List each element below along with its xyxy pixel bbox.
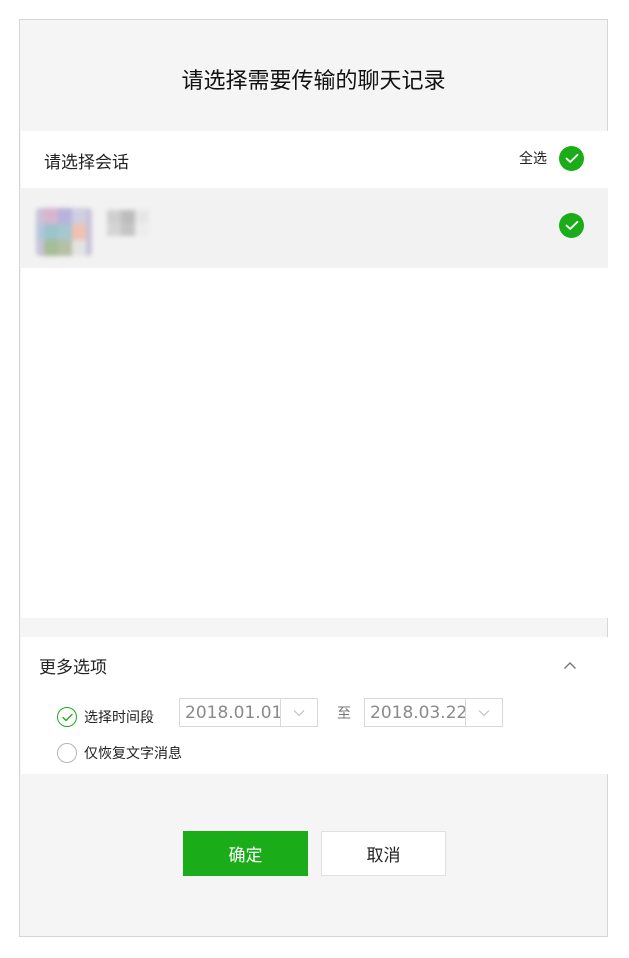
end-date-value: 2018.03.22 (370, 703, 467, 723)
avatar (36, 208, 92, 256)
conversation-row[interactable] (21, 188, 608, 268)
select-all-check-icon[interactable] (559, 145, 584, 171)
to-label: 至 (337, 706, 351, 722)
time-range-check-icon[interactable] (57, 707, 77, 727)
conversation-panel: 请选择会话 全选 (21, 131, 608, 618)
transfer-chat-history-dialog: 请选择需要传输的聊天记录 请选择会话 全选 更多选项 选择时间段 2018.01… (19, 19, 608, 937)
contact-name-blurred (107, 210, 151, 236)
conversation-panel-header: 请选择会话 全选 (21, 131, 608, 188)
conversation-header-label: 请选择会话 (44, 153, 129, 173)
more-options-label: 更多选项 (39, 658, 107, 678)
start-date-value: 2018.01.01 (185, 703, 282, 723)
chevron-up-icon[interactable] (562, 658, 578, 674)
text-only-option[interactable]: 仅恢复文字消息 (57, 743, 182, 763)
text-only-label: 仅恢复文字消息 (84, 746, 182, 762)
text-only-radio-icon[interactable] (57, 743, 77, 763)
conversation-selected-check-icon[interactable] (559, 213, 584, 238)
start-date-select[interactable]: 2018.01.01 (179, 698, 318, 727)
chevron-down-icon[interactable] (465, 699, 502, 726)
chevron-down-icon[interactable] (280, 699, 317, 726)
time-range-option[interactable]: 选择时间段 (57, 707, 154, 727)
confirm-button[interactable]: 确定 (183, 831, 308, 876)
select-all-toggle[interactable]: 全选 (519, 144, 584, 172)
end-date-select[interactable]: 2018.03.22 (364, 698, 503, 727)
more-options-panel: 更多选项 选择时间段 2018.01.01 至 2018.03.22 仅恢复文字… (21, 637, 608, 774)
dialog-title: 请选择需要传输的聊天记录 (181, 69, 446, 94)
select-all-label: 全选 (519, 151, 547, 167)
time-range-label: 选择时间段 (84, 710, 154, 726)
cancel-button[interactable]: 取消 (321, 831, 446, 876)
